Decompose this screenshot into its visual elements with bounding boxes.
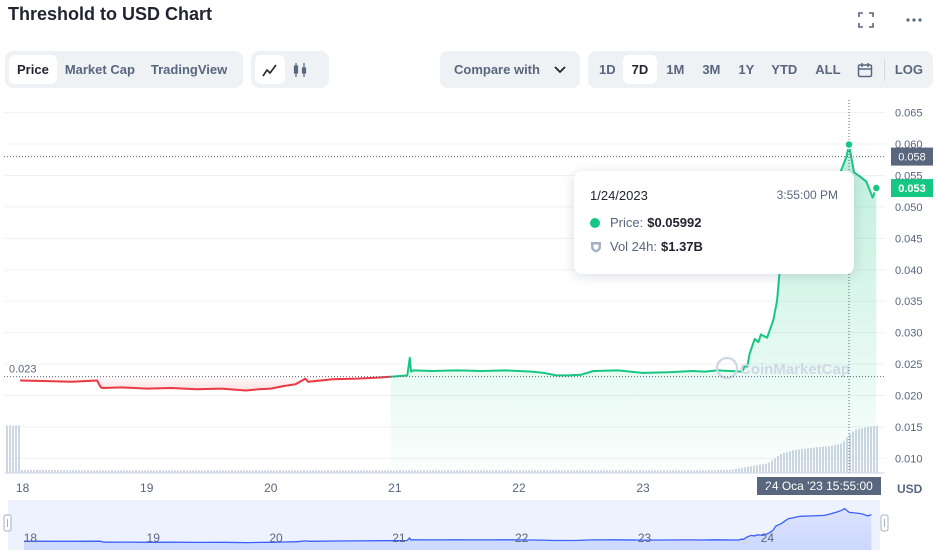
x-tick-label: 24 [760,481,774,495]
y-tick-label: 0.045 [895,233,923,245]
range-1m[interactable]: 1M [657,55,693,84]
y-tick-label: 0.060 [895,139,923,151]
navigator-tick-label: 22 [515,531,529,545]
y-tick-label: 0.055 [895,170,923,182]
baseline-label: 0.023 [9,364,37,376]
navigator-tick-label: 21 [392,531,406,545]
x-tick-label: 19 [140,481,154,495]
line-chart-icon[interactable] [255,55,285,84]
current-price-label: 0.053 [898,183,926,195]
volume-bar [12,425,14,473]
range-1y[interactable]: 1Y [729,55,763,84]
navigator-tick-label: 20 [269,531,283,545]
tooltip-vol-value: $1.37B [661,239,703,254]
crosshair-time-label: 24 Oca '23 15:55:00 [765,479,873,493]
candlestick-icon[interactable] [285,55,315,84]
hover-marker [844,139,854,150]
tooltip-time: 3:55:00 PM [776,188,838,202]
tooltip-price-value: $0.05992 [647,215,702,230]
volume-bar [15,425,17,473]
price-tooltip: 1/24/2023 3:55:00 PM Price: $0.05992 Vol… [574,171,854,274]
y-tick-label: 0.015 [895,422,923,434]
y-tick-label: 0.010 [895,453,923,465]
tooltip-vol-row: Vol 24h: $1.37B [590,239,703,254]
fullscreen-icon[interactable] [856,10,876,30]
price-dot-icon [590,217,600,228]
y-tick-label: 0.030 [895,328,923,340]
y-tick-label: 0.025 [895,359,923,371]
range-selector: 1D 7D 1M 3M 1Y YTD ALL LOG [588,51,933,88]
tooltip-price-label: Price: [610,215,644,230]
volume-bar [18,425,20,473]
navigator-tick-label: 24 [761,531,775,545]
currency-label: USD [897,482,923,496]
x-tick-label: 18 [16,481,30,495]
volume-bar [6,425,8,473]
y-tick-label: 0.040 [895,265,923,277]
chart-type-tabs: Price Market Cap TradingView [5,51,243,88]
tooltip-vol-label: Vol 24h: [610,239,657,254]
volume-bar [9,425,11,473]
range-3m[interactable]: 3M [693,55,729,84]
y-tick-label: 0.065 [895,108,923,120]
watermark-text: CoinMarketCap [740,361,850,378]
navigator-tick-label: 23 [638,531,652,545]
tooltip-price-row: Price: $0.05992 [590,215,701,230]
log-toggle[interactable]: LOG [889,55,929,84]
compare-select[interactable]: Compare with [440,51,580,88]
compare-label: Compare with [454,62,540,77]
tab-price[interactable]: Price [9,55,57,84]
y-tick-label: 0.035 [895,296,923,308]
y-tick-label: 0.020 [895,391,923,403]
range-divider [883,58,885,81]
x-tick-label: 22 [512,481,526,495]
range-all[interactable]: ALL [805,55,850,84]
range-navigator[interactable]: 18 19 20 21 22 23 24 [3,500,889,550]
x-tick-label: 23 [636,481,650,495]
navigator-tick-label: 18 [24,531,38,545]
price-chart[interactable]: CoinMarketCap 0.023 0.058 0.053 24 Oca '23 … [0,95,937,552]
chart-title: Threshold to USD Chart [8,4,213,24]
range-7d[interactable]: 7D [622,55,658,84]
range-1d[interactable]: 1D [592,55,623,84]
shield-icon [591,241,601,252]
tab-tradingview[interactable]: TradingView [143,55,235,84]
crosshair-price-label: 0.058 [898,152,926,164]
chevron-down-icon [554,61,566,79]
calendar-icon[interactable] [851,55,880,84]
tooltip-date: 1/24/2023 [590,188,648,203]
navigator-tick-label: 19 [147,531,161,545]
last-price-marker [871,183,882,193]
x-tick-label: 21 [388,481,402,495]
more-icon[interactable] [904,10,924,30]
chart-style-toggle [251,51,329,88]
x-tick-label: 20 [264,481,278,495]
range-ytd[interactable]: YTD [763,55,805,84]
tab-market-cap[interactable]: Market Cap [57,55,143,84]
y-tick-label: 0.050 [895,202,923,214]
